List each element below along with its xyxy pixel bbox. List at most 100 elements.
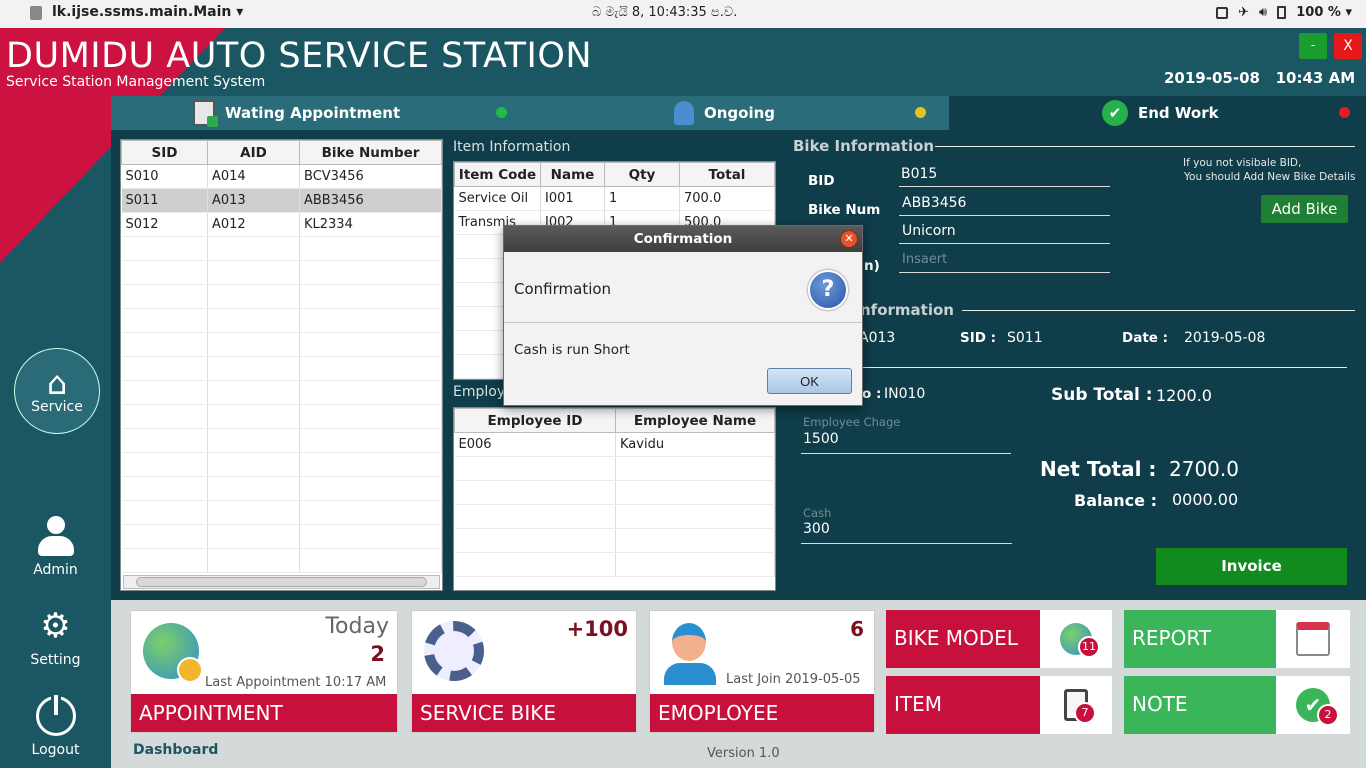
table-row[interactable]: S012 A012 KL2334 (121, 212, 442, 237)
employee-label[interactable]: EMOPLOYEE (650, 694, 874, 732)
column-header[interactable]: Total (679, 162, 775, 187)
employee-card[interactable]: 6 Last Join 2019-05-05 EMOPLOYEE (649, 610, 875, 733)
cell[interactable]: S012 (121, 212, 208, 237)
cell[interactable]: 1 (604, 186, 680, 211)
cell[interactable]: A014 (207, 164, 300, 189)
nav-logout[interactable]: Logout (0, 695, 111, 758)
section-divider (935, 146, 1355, 147)
cell[interactable]: S010 (121, 164, 208, 189)
bid-field[interactable]: B015 (901, 166, 937, 182)
cell[interactable]: Kavidu (615, 432, 775, 457)
airplane-icon[interactable]: ✈ (1238, 5, 1249, 20)
bike-model-tile[interactable]: BIKE MODEL 11 (886, 610, 1112, 668)
tab-end-work[interactable]: ✔ End Work (949, 96, 1366, 130)
bike-model-label[interactable]: BIKE MODEL (886, 610, 1040, 668)
nav-setting-label: Setting (30, 652, 81, 668)
app-menu[interactable]: lk.ijse.ssms.main.Main ▾ (52, 4, 243, 20)
table-row (454, 504, 775, 529)
tab-waiting-appointment[interactable]: Wating Appointment (111, 96, 526, 130)
gear-link-icon (424, 621, 484, 681)
check-icon: ✔ (1102, 100, 1128, 126)
table-row (121, 356, 442, 381)
report-label[interactable]: REPORT (1124, 610, 1276, 668)
cell[interactable]: ABB3456 (299, 188, 442, 213)
cell[interactable]: I001 (540, 186, 605, 211)
volume-icon[interactable]: 🔊︎ (1259, 5, 1267, 20)
dialog-close-icon[interactable]: ✕ (840, 230, 858, 248)
horizontal-scrollbar[interactable] (123, 575, 440, 589)
service-circle[interactable]: ⌂ Service (14, 348, 100, 434)
report-chart-icon (1296, 622, 1330, 656)
bike-model-icon-box[interactable]: 11 (1040, 610, 1112, 668)
report-tile[interactable]: REPORT (1124, 610, 1350, 668)
column-header[interactable]: Employee Name (615, 408, 775, 433)
column-header[interactable]: Name (540, 162, 605, 187)
window-icon[interactable] (1216, 6, 1229, 19)
battery-icon[interactable] (1277, 6, 1287, 19)
employee-avatar-icon (664, 623, 716, 685)
appointment-card[interactable]: Today 2 Last Appointment 10:17 AM APPOIN… (130, 610, 398, 733)
column-header[interactable]: Qty (604, 162, 680, 187)
dialog-titlebar[interactable]: Confirmation (504, 226, 862, 252)
cell[interactable]: BCV3456 (299, 164, 442, 189)
report-icon-box[interactable] (1276, 610, 1350, 668)
field-underline (899, 215, 1110, 216)
field-underline (801, 543, 1012, 544)
table-row (454, 528, 775, 553)
column-header[interactable]: Item Code (454, 162, 541, 187)
column-header[interactable]: AID (207, 140, 300, 165)
cell[interactable]: KL2334 (299, 212, 442, 237)
service-bike-label[interactable]: SERVICE BIKE (412, 694, 636, 732)
table-row[interactable]: S010 A014 BCV3456 (121, 164, 442, 189)
item-icon-box[interactable]: 7 (1040, 676, 1112, 734)
note-label[interactable]: NOTE (1124, 676, 1276, 734)
minimize-button[interactable]: - (1299, 33, 1327, 59)
ok-button[interactable]: OK (767, 368, 852, 394)
battery-percent[interactable]: 100 % ▾ (1296, 5, 1352, 20)
employee-table-panel: Employee ID Employee Name E006 Kavidu (453, 407, 776, 591)
header-time: 10:43 AM (1275, 69, 1356, 87)
add-bike-button[interactable]: Add Bike (1261, 195, 1348, 223)
cell[interactable]: E006 (454, 432, 616, 457)
table-row-selected[interactable]: S011 A013 ABB3456 (121, 188, 442, 213)
dashboard-link[interactable]: Dashboard (133, 742, 218, 758)
app-subtitle: Service Station Management System (6, 74, 266, 90)
cell[interactable]: S011 (121, 188, 208, 213)
note-tile[interactable]: NOTE ✔ 2 (1124, 676, 1350, 734)
employee-charge-field[interactable]: 1500 (803, 431, 839, 447)
field-underline (899, 272, 1110, 273)
bike-model-field[interactable]: Unicorn (902, 223, 956, 239)
bike-input-placeholder[interactable]: Insaert (902, 252, 947, 267)
note-icon-box[interactable]: ✔ 2 (1276, 676, 1350, 734)
field-underline (899, 243, 1110, 244)
cash-field[interactable]: 300 (803, 521, 830, 537)
item-tile[interactable]: ITEM 7 (886, 676, 1112, 734)
invoice-button[interactable]: Invoice (1156, 548, 1347, 585)
table-row[interactable]: Service Oil I001 1 700.0 (454, 186, 775, 211)
appointment-label[interactable]: APPOINTMENT (131, 694, 397, 732)
table-row (121, 524, 442, 549)
column-header[interactable]: Employee ID (454, 408, 616, 433)
column-header[interactable]: SID (121, 140, 208, 165)
cell[interactable]: Service Oil (454, 186, 541, 211)
cell[interactable]: A012 (207, 212, 300, 237)
net-total-value: 2700.0 (1169, 457, 1239, 481)
item-label[interactable]: ITEM (886, 676, 1040, 734)
date-value: 2019-05-08 (1184, 330, 1266, 346)
last-appointment: Last Appointment 10:17 AM (205, 675, 386, 690)
service-bike-card[interactable]: +100 SERVICE BIKE (411, 610, 637, 733)
cell[interactable]: A013 (207, 188, 300, 213)
bike-num-field[interactable]: ABB3456 (902, 195, 966, 211)
tab-ongoing[interactable]: Ongoing (526, 96, 949, 130)
system-clock[interactable]: බ මැයි 8, 10:43:35 ප.ව. (592, 5, 737, 20)
status-dot-red (1339, 107, 1350, 118)
nav-service[interactable]: ⌂ Service (0, 348, 111, 434)
scrollbar-thumb[interactable] (136, 577, 427, 587)
table-row[interactable]: E006 Kavidu (454, 432, 775, 457)
last-appointment-label: Last Appointment (205, 675, 321, 690)
cell[interactable]: 700.0 (679, 186, 775, 211)
nav-admin[interactable]: Admin (0, 516, 111, 578)
close-button[interactable]: X (1334, 33, 1362, 59)
nav-setting[interactable]: ⚙ Setting (0, 606, 111, 668)
column-header[interactable]: Bike Number (299, 140, 442, 165)
